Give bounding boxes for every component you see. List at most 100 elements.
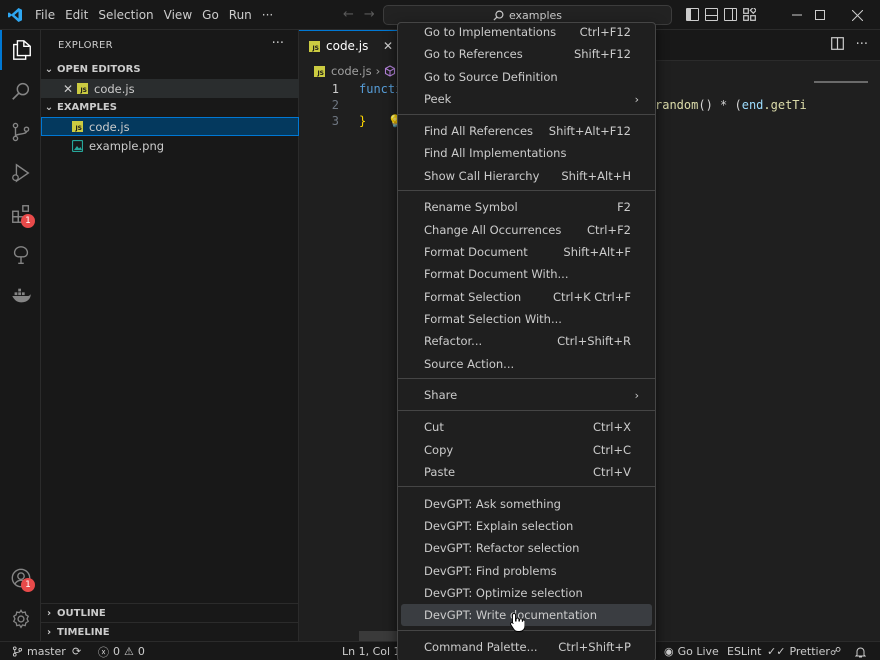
examples-folder-section[interactable]: ⌄ EXAMPLES bbox=[41, 98, 299, 117]
code-line-3: } bbox=[359, 114, 367, 128]
status-problems[interactable]: ⓧ 0 ⚠ 0 bbox=[98, 642, 145, 660]
line-number: 3 bbox=[331, 114, 339, 128]
toggle-secondary-sidebar-icon[interactable] bbox=[724, 8, 737, 21]
activity-extensions[interactable]: 1 bbox=[0, 194, 41, 234]
outline-section[interactable]: › OUTLINE bbox=[41, 603, 299, 622]
menu-item-go-to-implementations[interactable]: Go to Implementations Ctrl+F12 bbox=[401, 23, 652, 43]
gear-icon bbox=[12, 609, 29, 629]
menu-item-label: Format Selection bbox=[424, 290, 522, 304]
menu-file[interactable]: File bbox=[30, 0, 60, 30]
menu-item-format-document[interactable]: Format Document Shift+Alt+F bbox=[401, 241, 652, 263]
file-item-code-js[interactable]: JS code.js bbox=[41, 117, 299, 136]
menu-item-label: Change All Occurrences bbox=[424, 223, 562, 237]
menu-run[interactable]: Run bbox=[224, 0, 257, 30]
menu-item-shortcut: Shift+F12 bbox=[573, 47, 631, 61]
menu-item-rename-symbol[interactable]: Rename Symbol F2 bbox=[401, 196, 652, 218]
menu-view[interactable]: View bbox=[159, 0, 197, 30]
activity-remote-explorer[interactable] bbox=[0, 235, 41, 275]
status-go-live[interactable]: ◉ Go Live bbox=[664, 642, 719, 660]
explorer-more-actions[interactable]: ··· bbox=[272, 36, 284, 51]
sync-icon: ⟳ bbox=[72, 645, 82, 658]
menu-item-label: Format Selection With... bbox=[424, 312, 562, 326]
open-editors-section[interactable]: ⌄ OPEN EDITORS bbox=[41, 60, 299, 79]
sync-button[interactable]: ⟳ bbox=[72, 642, 81, 660]
activity-manage[interactable] bbox=[0, 599, 41, 639]
activity-source-control[interactable] bbox=[0, 112, 41, 152]
menu-item-share[interactable]: Share › bbox=[401, 384, 652, 406]
menu-item-devgpt-refactor[interactable]: DevGPT: Refactor selection bbox=[401, 537, 652, 559]
menu-item-go-to-source-definition[interactable]: Go to Source Definition bbox=[401, 66, 652, 88]
close-editor-icon[interactable]: ✕ bbox=[63, 82, 77, 96]
menu-item-label: Go to Implementations bbox=[424, 25, 557, 39]
menu-item-devgpt-ask[interactable]: DevGPT: Ask something bbox=[401, 493, 652, 515]
menu-item-show-call-hierarchy[interactable]: Show Call Hierarchy Shift+Alt+H bbox=[401, 165, 652, 187]
file-label: example.png bbox=[89, 138, 165, 153]
menu-edit[interactable]: Edit bbox=[60, 0, 93, 30]
menu-item-devgpt-explain[interactable]: DevGPT: Explain selection bbox=[401, 515, 652, 537]
status-eslint[interactable]: ESLint bbox=[727, 642, 761, 660]
menu-item-command-palette[interactable]: Command Palette... Ctrl+Shift+P bbox=[401, 636, 652, 658]
submenu-chevron-icon: › bbox=[634, 92, 639, 106]
menu-item-cut[interactable]: Cut Ctrl+X bbox=[401, 416, 652, 438]
close-tab-icon[interactable]: ✕ bbox=[383, 39, 393, 53]
back-arrow-icon[interactable]: ← bbox=[343, 7, 354, 22]
folder-label: EXAMPLES bbox=[57, 102, 117, 113]
menu-item-devgpt-optimize[interactable]: DevGPT: Optimize selection bbox=[401, 582, 652, 604]
menu-item-devgpt-write-documentation[interactable]: DevGPT: Write documentation bbox=[401, 604, 652, 626]
breadcrumb-file[interactable]: code.js bbox=[331, 64, 372, 78]
activity-docker[interactable] bbox=[0, 276, 41, 316]
toggle-panel-icon[interactable] bbox=[705, 8, 718, 21]
menu-more[interactable]: ··· bbox=[257, 0, 278, 30]
menu-item-shortcut: Ctrl+V bbox=[593, 465, 631, 479]
file-item-example-png[interactable]: example.png bbox=[41, 136, 299, 155]
menu-item-label: Copy bbox=[424, 443, 454, 457]
toggle-primary-sidebar-icon[interactable] bbox=[686, 8, 699, 21]
menu-item-format-document-with[interactable]: Format Document With... bbox=[401, 263, 652, 285]
extensions-badge: 1 bbox=[21, 214, 35, 228]
close-window-button[interactable] bbox=[834, 0, 880, 30]
timeline-section[interactable]: › TIMELINE bbox=[41, 622, 299, 641]
menu-item-format-selection[interactable]: Format Selection Ctrl+K Ctrl+F bbox=[401, 286, 652, 308]
activity-run-debug[interactable] bbox=[0, 153, 41, 193]
menu-item-shortcut: Ctrl+Shift+R bbox=[557, 334, 631, 348]
menu-item-find-all-references[interactable]: Find All References Shift+Alt+F12 bbox=[401, 120, 652, 142]
open-editors-label: OPEN EDITORS bbox=[57, 64, 141, 75]
status-branch[interactable]: master bbox=[12, 642, 66, 660]
feedback-button[interactable]: ☍ bbox=[830, 642, 841, 660]
activity-explorer[interactable] bbox=[0, 30, 41, 70]
menu-item-devgpt-find-problems[interactable]: DevGPT: Find problems bbox=[401, 560, 652, 582]
menu-item-copy[interactable]: Copy Ctrl+C bbox=[401, 439, 652, 461]
outline-label: OUTLINE bbox=[57, 607, 106, 619]
status-prettier[interactable]: ✓✓ Prettier bbox=[767, 642, 830, 660]
menu-item-label: Refactor... bbox=[424, 334, 483, 348]
menu-go[interactable]: Go bbox=[197, 0, 224, 30]
activity-search[interactable] bbox=[0, 71, 41, 111]
open-editor-item[interactable]: ✕ JS code.js bbox=[41, 79, 299, 98]
menu-item-refactor[interactable]: Refactor... Ctrl+Shift+R bbox=[401, 330, 652, 352]
minimap[interactable] bbox=[814, 81, 868, 83]
warning-icon: ⚠ bbox=[124, 645, 134, 658]
chevron-right-icon: › bbox=[46, 626, 52, 638]
bell-icon bbox=[855, 647, 866, 657]
menu-separator bbox=[398, 630, 655, 631]
menu-item-label: Source Action... bbox=[424, 357, 515, 371]
menu-item-find-all-implementations[interactable]: Find All Implementations bbox=[401, 142, 652, 164]
menu-selection[interactable]: Selection bbox=[93, 0, 158, 30]
customize-layout-icon[interactable] bbox=[743, 6, 758, 21]
menu-item-go-to-references[interactable]: Go to References Shift+F12 bbox=[401, 43, 652, 65]
menu-item-paste[interactable]: Paste Ctrl+V bbox=[401, 461, 652, 483]
activity-accounts[interactable]: 1 bbox=[0, 558, 41, 598]
menu-item-format-selection-with[interactable]: Format Selection With... bbox=[401, 308, 652, 330]
submenu-chevron-icon: › bbox=[634, 388, 639, 402]
more-actions-icon[interactable]: ··· bbox=[856, 37, 868, 54]
split-editor-icon[interactable] bbox=[830, 37, 844, 54]
tab-code-js[interactable]: JS code.js ✕ bbox=[299, 30, 399, 61]
javascript-file-icon: JS bbox=[77, 83, 88, 94]
menu-item-source-action[interactable]: Source Action... bbox=[401, 353, 652, 375]
menu-item-peek[interactable]: Peek › bbox=[401, 88, 652, 110]
menu-item-label: Share bbox=[424, 388, 458, 402]
check-double-icon: ✓✓ bbox=[767, 645, 786, 658]
menu-item-change-all-occurrences[interactable]: Change All Occurrences Ctrl+F2 bbox=[401, 219, 652, 241]
forward-arrow-icon[interactable]: → bbox=[364, 7, 375, 22]
notifications-button[interactable] bbox=[855, 642, 866, 660]
